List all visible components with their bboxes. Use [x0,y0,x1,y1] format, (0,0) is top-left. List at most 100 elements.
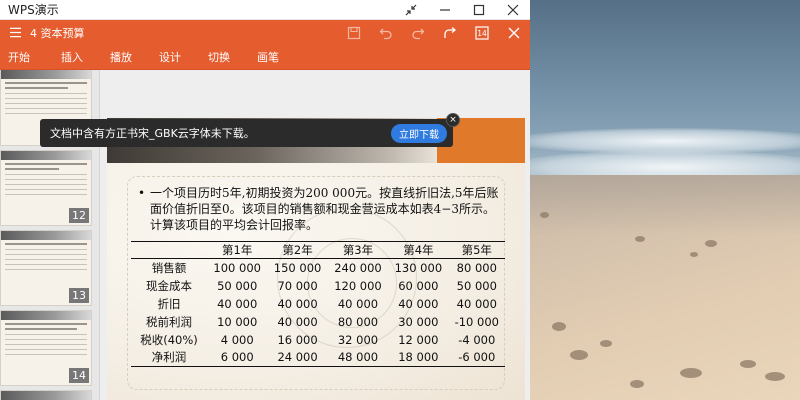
table-header-cell: 第1年 [207,241,268,259]
maximize-button[interactable] [462,0,496,20]
slide-paragraph: • 一个项目历时5年,初期投资为200 000元。按直线折旧法,5年后账面价值折… [138,185,500,233]
thumbnail-header [1,391,91,400]
undo-button[interactable] [370,20,402,45]
tab-home[interactable]: 开始 [8,49,30,65]
table-row: 销售额 100 000 150 000 240 000 130 000 80 0… [131,259,505,277]
table-cell: 32 000 [337,332,379,347]
table-cell: 40 000 [456,296,497,311]
undo-icon [379,28,392,39]
share-button[interactable] [434,20,466,45]
table-row: 税收(40%) 4 000 16 000 32 000 12 000 -4 00… [131,331,505,349]
slide-thumbnail[interactable]: 12 [0,150,92,226]
close-document-button[interactable] [498,20,530,45]
data-table: 第1年 第2年 第3年 第4年 第5年 销售额 100 000 150 000 [131,241,505,367]
thumbnail-text [5,168,59,170]
table-cell: 16 000 [277,332,318,347]
thumbnail-header [1,311,91,320]
wallpaper-pebble [765,372,785,381]
table-cell: -6 000 [448,348,505,367]
slide-thumbnail[interactable] [0,390,92,400]
wallpaper-pebble [552,322,566,331]
table-header-cell [131,241,207,259]
menu-button[interactable] [6,24,24,42]
restore-size-button[interactable] [394,0,428,20]
close-window-button[interactable] [496,0,530,20]
thumbnail-table [5,93,87,117]
minimize-button[interactable] [428,0,462,20]
table-cell: 40 000 [398,296,439,311]
wallpaper-pebble [540,212,549,218]
row-label: 折旧 [157,296,181,311]
thumbnail-table [5,334,87,358]
thumbnail-text [5,328,77,330]
toast-close-button[interactable]: × [446,113,460,127]
document-title: 4 资本预算 [30,26,85,40]
wallpaper-wet-sand [530,175,800,235]
close-icon [508,27,520,38]
table-cell: 48 000 [327,348,389,367]
tab-transition[interactable]: 切换 [208,49,230,65]
thumbnail-table [5,174,87,198]
table-cell: 120 000 [334,278,382,293]
page-badge-icon: 14 [475,25,489,40]
wallpaper-pebble [680,368,702,378]
save-button[interactable] [338,20,370,45]
table-cell: 18 000 [388,348,449,367]
table-cell: 40 000 [217,296,258,311]
tab-play[interactable]: 播放 [110,49,132,65]
slide-content-box[interactable]: • 一个项目历时5年,初期投资为200 000元。按直线折旧法,5年后账面价值折… [127,176,505,390]
slide-canvas[interactable]: • 一个项目历时5年,初期投资为200 000元。按直线折旧法,5年后账面价值折… [107,118,525,400]
download-now-button[interactable]: 立即下载 [391,123,447,143]
page-count-button[interactable]: 14 [466,20,498,45]
thumbnail-number: 12 [69,208,89,223]
table-cell: 50 000 [217,278,258,293]
share-icon [444,26,457,38]
thumbnail-header [1,151,91,160]
row-label: 净利润 [131,348,207,367]
slide-thumbnail[interactable]: 13 [0,230,92,306]
hamburger-icon [9,27,21,38]
table-cell: 4 000 [220,332,254,347]
redo-button[interactable] [402,20,434,45]
table-header-cell: 第2年 [267,241,328,259]
tab-pen[interactable]: 画笔 [257,49,279,65]
save-icon [347,26,361,39]
table-cell: 240 000 [334,260,382,275]
toast-message: 文档中含有方正书宋_GBK云字体未下载。 [50,127,255,140]
table-row: 净利润 6 000 24 000 48 000 18 000 -6 000 [131,348,505,367]
table-cell: 150 000 [273,260,322,275]
slide-thumbnail[interactable]: 14 [0,310,92,386]
row-label: 现金成本 [146,278,192,293]
window-titlebar: WPS演示 [0,0,530,20]
table-cell: 60 000 [398,278,439,293]
close-icon [507,4,519,15]
tab-design[interactable]: 设计 [159,49,181,65]
row-label: 税收(40%) [140,332,198,347]
tab-insert[interactable]: 插入 [61,49,83,65]
table-cell: 30 000 [398,314,439,329]
thumbnail-table [5,249,87,273]
wallpaper-pebble [570,350,588,360]
wallpaper-pebble [690,252,698,257]
table-cell: 70 000 [277,278,318,293]
wallpaper-pebble [705,240,717,247]
thumbnail-text [5,87,68,89]
table-cell: 40 000 [277,314,318,329]
table-cell: 40 000 [337,296,379,311]
problem-text: 一个项目历时5年,初期投资为200 000元。按直线折旧法,5年后账面价值折旧至… [150,186,499,232]
row-label: 销售额 [151,260,187,275]
table-row: 税前利润 10 000 40 000 80 000 30 000 -10 000 [131,313,505,331]
table-header-cell: 第4年 [388,241,449,259]
table-cell: 130 000 [394,260,443,275]
wallpaper-pebble [635,236,645,242]
ribbon-tabs: 开始 插入 播放 设计 切换 画笔 [0,45,530,70]
row-label: 税前利润 [146,314,192,329]
table-cell: -4 000 [458,332,496,347]
thumbnail-text [5,82,87,84]
font-missing-toast: 文档中含有方正书宋_GBK云字体未下载。 立即下载 × [40,113,460,147]
maximize-icon [473,4,485,15]
table-header-cell: 第5年 [448,241,505,259]
thumbnail-text [5,243,87,245]
table-cell: 50 000 [456,278,497,293]
table-cell: 40 000 [277,296,318,311]
